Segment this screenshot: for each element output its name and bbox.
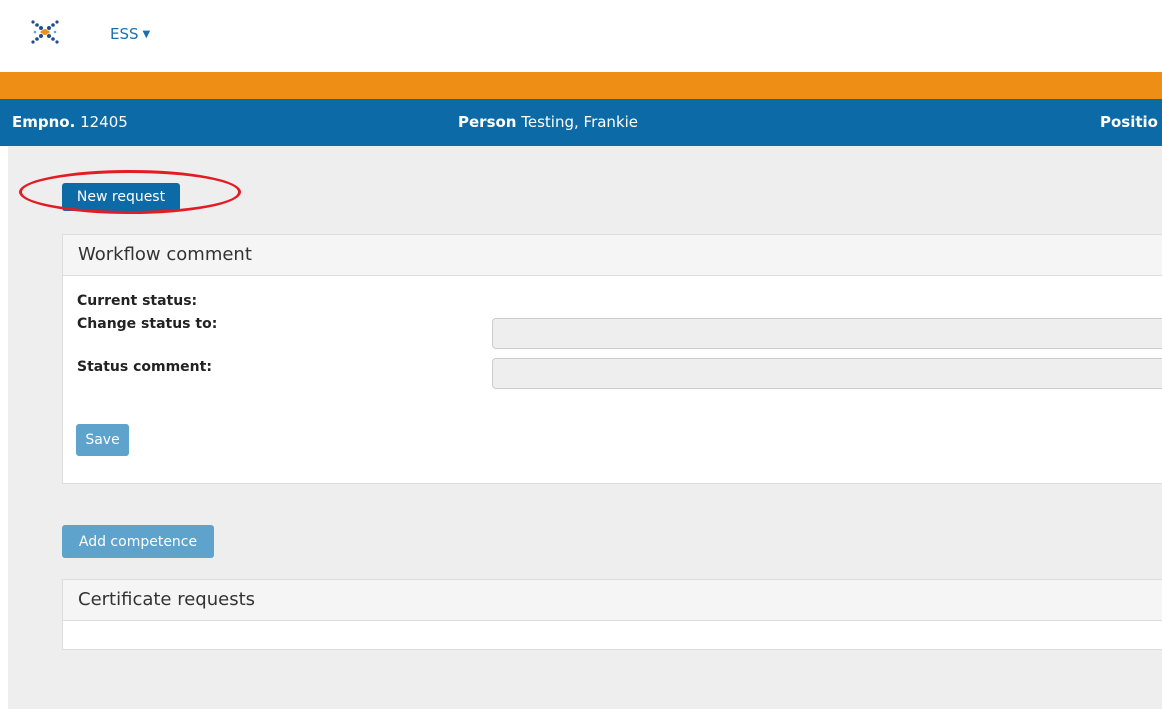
status-comment-label: Status comment: (77, 359, 212, 375)
ess-menu-dropdown[interactable]: ESS ▼ (110, 25, 150, 43)
current-status-label: Current status: (77, 293, 198, 309)
change-status-label: Change status to: (77, 316, 218, 332)
workflow-comment-title: Workflow comment (63, 235, 1162, 276)
logo-icon[interactable] (30, 19, 60, 45)
top-navigation-bar: ESS ▼ (0, 0, 1162, 72)
status-comment-field[interactable] (492, 358, 1162, 389)
person-label: Person (458, 113, 517, 131)
empno-label: Empno. (12, 113, 76, 131)
workflow-comment-panel: Workflow comment Current status: Change … (62, 234, 1162, 484)
certificate-requests-title: Certificate requests (63, 580, 1162, 621)
new-request-button[interactable]: New request (62, 183, 180, 211)
position-info: Positio (1100, 113, 1158, 131)
orange-accent-band (0, 72, 1162, 99)
ess-menu-label: ESS (110, 25, 139, 43)
certificate-requests-panel: Certificate requests (62, 579, 1162, 650)
person-info: Person Testing, Frankie (458, 113, 638, 131)
position-label: Positio (1100, 113, 1158, 131)
empno-value: 12405 (80, 113, 128, 131)
caret-down-icon: ▼ (142, 29, 151, 40)
change-status-field[interactable] (492, 318, 1162, 349)
employee-info-bar: Empno. 12405 Person Testing, Frankie Pos… (0, 99, 1162, 146)
add-competence-button[interactable]: Add competence (62, 525, 214, 558)
person-value: Testing, Frankie (521, 113, 639, 131)
save-button[interactable]: Save (76, 424, 129, 456)
empno-info: Empno. 12405 (12, 113, 128, 131)
